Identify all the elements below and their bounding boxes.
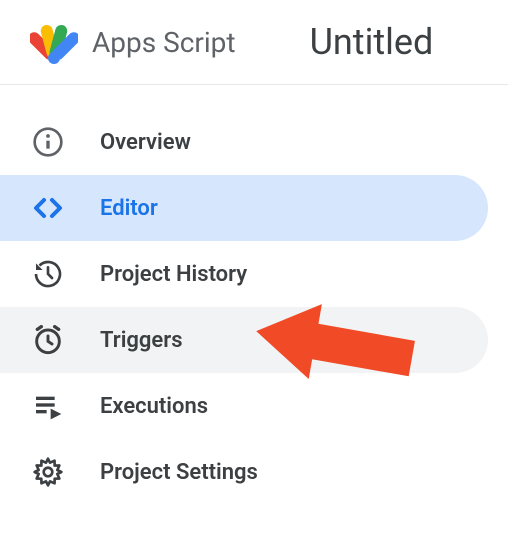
playlist-play-icon — [30, 388, 66, 424]
project-name[interactable]: Untitled — [310, 21, 434, 63]
sidebar-item-overview[interactable]: Overview — [0, 109, 488, 175]
code-icon — [30, 190, 66, 226]
info-icon — [30, 124, 66, 160]
gear-icon — [30, 454, 66, 490]
sidebar-item-project-settings[interactable]: Project Settings — [0, 439, 488, 505]
sidebar-item-editor[interactable]: Editor — [0, 175, 488, 241]
alarm-icon — [30, 322, 66, 358]
history-icon — [30, 256, 66, 292]
sidebar-item-label: Overview — [100, 130, 191, 155]
sidebar-item-label: Project History — [100, 262, 247, 287]
header: Apps Script Untitled — [0, 0, 508, 85]
sidebar-item-label: Editor — [100, 196, 158, 221]
annotation-arrow — [245, 295, 425, 399]
sidebar-item-label: Executions — [100, 394, 208, 419]
app-title: Apps Script — [92, 26, 236, 59]
sidebar-item-label: Triggers — [100, 328, 183, 353]
sidebar-item-label: Project Settings — [100, 460, 258, 485]
apps-script-logo — [30, 18, 78, 66]
